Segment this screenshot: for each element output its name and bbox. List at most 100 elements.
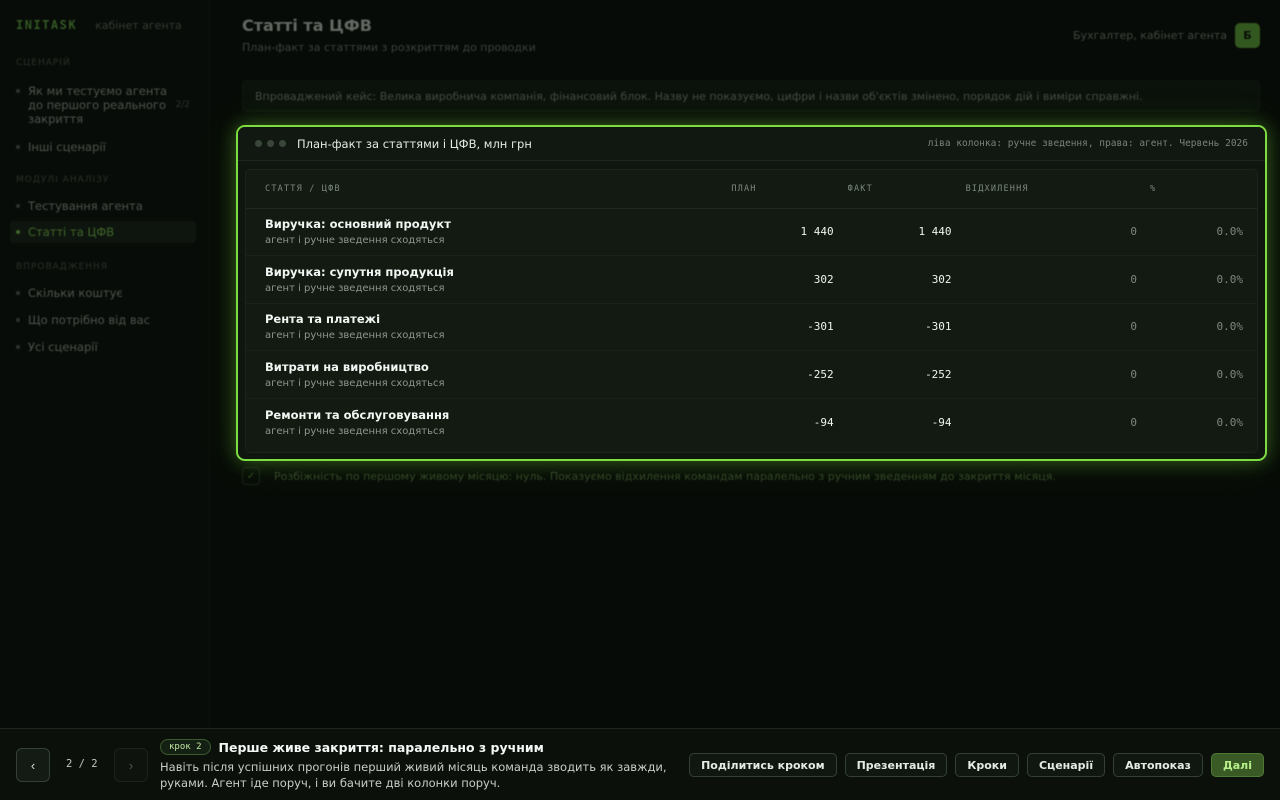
tour-bar: ‹ 2 / 2 › крок 2 Перше живе закриття: па… [0,728,1280,800]
case-banner: Впроваджений кейс: Велика виробнича комп… [242,80,1260,112]
percent-cell: 0.0% [1137,350,1257,399]
variance-cell: 0 [1130,415,1138,429]
prev-step-button[interactable]: ‹ [16,748,50,782]
scenarios-button[interactable]: Сценарії [1026,753,1106,777]
sidebar-section-scenario: сценарій [16,58,71,68]
row-name-cell: Витрати на виробництво агент і ручне зве… [246,350,670,399]
app-root: INITASK кабінет агента сценарій Як ми те… [0,0,1280,800]
sidebar-item-requirements[interactable]: Що потрібно від вас [10,309,196,331]
dot-icon [279,140,286,147]
sidebar-item-label: Що потрібно від вас [28,313,151,327]
row-title: Ремонти та обслуговування [265,407,450,422]
avatar[interactable]: Б [1235,23,1260,48]
card-header: План-факт за статтями і ЦФВ, млн грн лів… [238,127,1265,161]
page-title: Статті та ЦФВ [242,16,372,35]
plan-cell: -252 [669,350,834,399]
tour-actions: Поділитись кроком Презентація Кроки Сцен… [689,753,1264,777]
row-subtitle: агент і ручне зведення сходяться [265,235,445,247]
hint-text: Розбіжність по першому живому місяцю: ну… [274,469,1056,483]
brand-logo: INITASK [16,18,78,32]
bullet-icon [16,291,20,295]
next-step-arrow-button[interactable]: › [114,748,148,782]
fact-cell: 302 [833,255,952,304]
row-subtitle: агент і ручне зведення сходяться [265,282,445,294]
sidebar-item-agent-testing[interactable]: Тестування агента [10,195,196,217]
step-description: Навіть після успішних прогонів перший жи… [160,760,667,790]
variance-cell: 0 [951,303,1138,351]
variance-cell: 0 [951,350,1138,399]
sidebar-section-implementation: впровадження [16,262,108,272]
row-name-cell: Виручка: супутня продукція агент і ручне… [246,255,670,304]
row-subtitle: агент і ручне зведення сходяться [265,425,445,437]
sidebar-item-label: Тестування агента [28,199,143,213]
steps-button[interactable]: Кроки [955,753,1019,777]
row-name-cell: Ремонти та обслуговування агент і ручне … [246,398,669,446]
user-label: Бухгалтер, кабінет агента [1073,29,1227,42]
table-row[interactable]: Рента та платежі агент і ручне зведення … [246,303,1257,351]
variance-cell: 0 [951,208,1138,256]
bullet-icon [16,345,20,349]
sidebar: INITASK кабінет агента сценарій Як ми те… [0,0,210,730]
row-name-cell: Рента та платежі агент і ручне зведення … [246,303,670,351]
table-container: СТАТТЯ / ЦФВ ПЛАН ФАКТ ВІДХИЛЕННЯ % Виру… [245,169,1258,453]
sidebar-section-modules: модулі аналізу [16,175,110,185]
plan-cell: -94 [813,415,834,429]
step-title: Перше живе закриття: паралельно з ручним [218,739,544,755]
column-header-percent: % [1137,170,1257,209]
brand-subtitle: кабінет агента [95,19,182,32]
brand: INITASK кабінет агента [16,18,182,32]
row-title: Рента та платежі [265,312,381,327]
percent-cell: 0.0% [1137,255,1257,304]
sidebar-item-other-scenarios[interactable]: Інші сценарії [10,136,196,158]
fact-cell: -301 [833,303,952,351]
dot-icon [255,140,262,147]
page-subtitle: План-факт за статтями з розкриттям до пр… [242,41,536,54]
step-badge: крок 2 [160,739,211,755]
table-row[interactable]: Виручка: супутня продукція агент і ручне… [246,255,1257,304]
row-title: Виручка: супутня продукція [265,264,454,279]
plan-fact-card: План-факт за статтями і ЦФВ, млн грн лів… [236,125,1267,461]
sidebar-item-articles-cfv[interactable]: Статті та ЦФВ [10,221,196,243]
share-step-button[interactable]: Поділитись кроком [689,753,837,777]
row-subtitle: агент і ручне зведення сходяться [265,330,445,342]
bullet-icon [16,145,20,149]
sidebar-item-label: Як ми тестуємо агента до першого реально… [28,84,168,126]
table-row[interactable]: Виручка: основний продукт агент і ручне … [246,208,1257,256]
autoplay-button[interactable]: Автопоказ [1113,753,1203,777]
card-note: ліва колонка: ручне зведення, права: аге… [927,138,1248,149]
bullet-icon [16,89,20,93]
step-heading: крок 2 Перше живе закриття: паралельно з… [160,739,544,755]
sidebar-item-label: Інші сценарії [28,140,106,154]
sidebar-item-all-scenarios[interactable]: Усі сценарії [10,336,196,358]
presentation-button[interactable]: Презентація [844,753,948,777]
variance-cell: 0 [951,255,1138,304]
bullet-icon [16,204,20,208]
column-header-variance: ВІДХИЛЕННЯ [951,170,1138,209]
dot-icon [267,140,274,147]
card-title: План-факт за статтями і ЦФВ, млн грн [297,136,532,151]
column-header-fact: ФАКТ [833,170,952,209]
next-button[interactable]: Далі [1210,753,1264,777]
percent-cell: 0.0% [1216,415,1244,429]
plan-cell: 1 440 [669,208,834,256]
window-dots-icon [255,140,286,147]
table-row[interactable]: Витрати на виробництво агент і ручне зве… [246,350,1257,399]
hint-row: ✓ Розбіжність по першому живому місяцю: … [242,467,1260,485]
sidebar-item-label: Усі сценарії [28,340,98,354]
table-row[interactable]: Ремонти та обслуговування агент і ручне … [246,398,1257,446]
plan-fact-table: СТАТТЯ / ЦФВ ПЛАН ФАКТ ВІДХИЛЕННЯ % Виру… [246,170,1257,446]
plan-cell: -301 [669,303,834,351]
row-subtitle: агент і ручне зведення сходяться [265,377,445,389]
sidebar-item-cost[interactable]: Скільки коштує [10,282,196,304]
fact-cell: -94 [931,415,952,429]
sidebar-item-meta: 2/2 [175,100,190,110]
bullet-icon [16,318,20,322]
check-icon: ✓ [242,467,260,485]
step-counter: 2 / 2 [66,758,98,770]
row-name-cell: Виручка: основний продукт агент і ручне … [246,208,670,256]
column-header-name: СТАТТЯ / ЦФВ [246,170,670,209]
fact-cell: -252 [833,350,952,399]
percent-cell: 0.0% [1137,208,1257,256]
sidebar-item-test-agent-first-close[interactable]: Як ми тестуємо агента до першого реально… [10,80,196,130]
user-area[interactable]: Бухгалтер, кабінет агента Б [1073,23,1260,48]
